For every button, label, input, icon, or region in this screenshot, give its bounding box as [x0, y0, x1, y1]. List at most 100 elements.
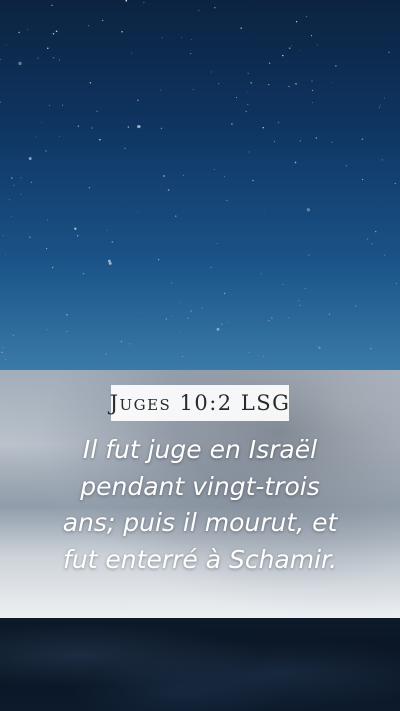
star	[143, 1, 145, 4]
star	[37, 57, 39, 59]
star	[262, 126, 265, 129]
star	[318, 346, 321, 350]
star	[383, 97, 385, 99]
star	[74, 227, 77, 230]
star	[248, 351, 250, 353]
star	[29, 236, 31, 238]
star	[108, 259, 111, 263]
star	[46, 248, 48, 250]
star	[4, 254, 6, 256]
star	[52, 57, 55, 59]
star	[395, 282, 398, 285]
star	[0, 101, 1, 103]
verse-line: fut enterré à Schamir.	[63, 544, 337, 574]
star	[5, 359, 7, 360]
verse-line: ans; puis il mourut, et	[62, 508, 338, 537]
star	[268, 83, 270, 86]
star	[214, 6, 216, 9]
star	[295, 83, 297, 85]
star	[250, 81, 253, 84]
star	[46, 329, 48, 331]
star	[61, 104, 63, 106]
star	[12, 334, 15, 337]
star	[51, 266, 54, 269]
star	[45, 150, 47, 152]
ground-foreground	[0, 618, 400, 711]
star	[320, 340, 322, 341]
star	[179, 332, 181, 334]
star	[76, 235, 79, 237]
star	[192, 88, 194, 90]
star	[121, 31, 123, 33]
star	[331, 82, 333, 84]
star	[370, 242, 373, 245]
star	[367, 238, 369, 240]
star	[361, 138, 364, 140]
star	[18, 31, 20, 34]
star	[220, 323, 223, 326]
star	[288, 317, 290, 319]
star	[0, 58, 1, 60]
star	[223, 176, 225, 177]
star	[288, 85, 290, 87]
star	[331, 141, 333, 143]
star	[300, 49, 302, 51]
star	[216, 327, 220, 331]
star	[262, 355, 265, 358]
star	[190, 310, 192, 312]
star	[125, 0, 128, 2]
star	[49, 105, 50, 106]
star	[282, 283, 284, 286]
star	[179, 301, 181, 303]
star	[226, 199, 228, 201]
night-sky-background	[0, 0, 400, 370]
star	[167, 189, 170, 191]
star	[163, 175, 165, 177]
star	[328, 313, 331, 315]
star	[316, 44, 318, 46]
verse-reference-label: Juges 10:2 LSG	[110, 385, 289, 421]
star	[47, 219, 49, 221]
star	[11, 177, 13, 179]
star	[10, 215, 12, 217]
star	[82, 273, 85, 275]
star	[379, 107, 380, 109]
star	[165, 318, 167, 320]
star	[213, 169, 215, 171]
star	[277, 121, 280, 124]
star	[362, 179, 364, 181]
star	[384, 254, 386, 256]
star	[345, 165, 347, 167]
star	[89, 82, 92, 84]
star	[247, 92, 249, 93]
star	[190, 38, 192, 40]
star	[245, 110, 247, 113]
star	[52, 33, 55, 35]
star	[210, 266, 212, 269]
star	[157, 258, 160, 261]
star	[260, 272, 262, 274]
star	[311, 35, 313, 37]
star	[223, 292, 226, 295]
star	[304, 287, 307, 290]
star	[210, 71, 212, 73]
star	[299, 304, 302, 307]
star	[127, 126, 130, 128]
star	[51, 4, 53, 6]
star	[271, 317, 273, 320]
star	[369, 347, 372, 350]
star	[354, 305, 357, 307]
star	[312, 102, 313, 103]
star	[77, 125, 80, 127]
star	[247, 72, 249, 74]
star	[187, 317, 189, 319]
star	[273, 141, 275, 143]
star	[171, 316, 173, 317]
star	[66, 330, 68, 332]
star	[201, 307, 203, 309]
star	[137, 319, 139, 321]
star	[288, 47, 291, 50]
star	[120, 341, 123, 343]
star	[375, 230, 377, 233]
star	[381, 159, 383, 161]
